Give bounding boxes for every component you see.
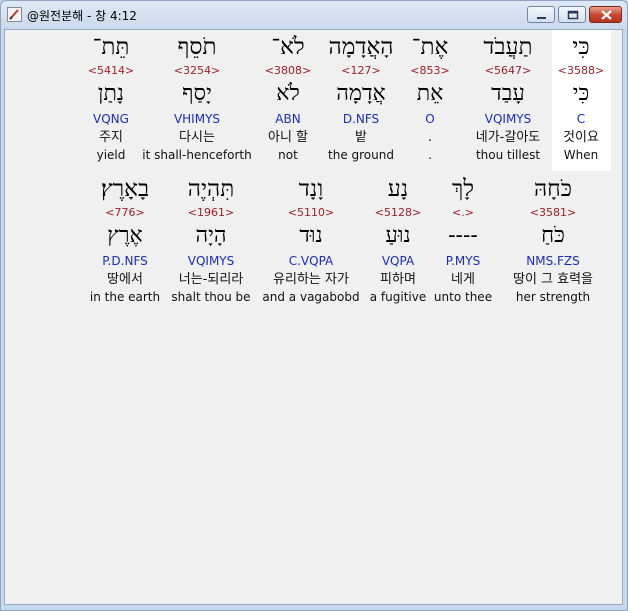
hebrew-word: תִּהְיֶה <box>187 176 235 202</box>
hebrew-word: נָע <box>387 176 409 202</box>
parsing-code: C.VQPA <box>288 254 334 268</box>
hebrew-word: כִּי <box>572 34 590 60</box>
maximize-icon <box>567 10 579 20</box>
lemma: הָיָה <box>195 223 227 248</box>
minimize-icon <box>537 17 546 19</box>
parsing-code: VHIMYS <box>173 112 221 126</box>
strong-number[interactable]: <127> <box>317 64 405 78</box>
close-icon <box>601 10 612 20</box>
lemma: נוּעַ <box>385 223 411 248</box>
strong-number[interactable]: <.> <box>430 206 496 220</box>
korean-gloss: 다시는 <box>179 130 215 145</box>
strong-number[interactable]: <3254> <box>141 64 253 78</box>
korean-gloss: 너는-되리라 <box>178 272 244 287</box>
korean-gloss: 피하며 <box>380 272 416 287</box>
english-gloss: shalt thou be <box>171 290 251 304</box>
parsing-code: C <box>576 112 586 126</box>
strong-number[interactable]: <1961> <box>167 206 255 220</box>
english-gloss: a fugitive <box>369 290 427 304</box>
korean-gloss: 주지 <box>99 130 123 145</box>
lemma: ---- <box>448 223 478 248</box>
parsing-code: P.D.NFS <box>102 254 148 268</box>
lemma: אֶרֶץ <box>107 223 143 248</box>
strong-number[interactable]: <5647> <box>464 64 552 78</box>
maximize-button[interactable] <box>558 6 586 23</box>
strong-number[interactable]: <5414> <box>82 64 140 78</box>
strong-number[interactable]: <5110> <box>259 206 363 220</box>
lemma: כִּי <box>572 81 590 106</box>
lemma: נוּד <box>299 223 323 248</box>
english-gloss: it shall-henceforth <box>142 148 252 162</box>
english-gloss: When <box>563 148 599 162</box>
minimize-button[interactable] <box>527 6 555 23</box>
parsing-code: ABN <box>275 112 301 126</box>
parsing-code: D.NFS <box>342 112 380 126</box>
lemma: אֵת <box>416 81 444 106</box>
lemma: אֲדָמָה <box>336 81 386 106</box>
korean-gloss: 땅에서 <box>107 272 143 287</box>
english-gloss: unto thee <box>433 290 493 304</box>
strong-number[interactable]: <3588> <box>551 64 611 78</box>
hebrew-word: תַעֲבֹד <box>483 34 533 60</box>
english-gloss: not <box>278 148 298 162</box>
korean-gloss: 땅이 그 효력을 <box>512 272 594 287</box>
english-gloss: . <box>428 148 432 162</box>
hebrew-word: לָךְ <box>451 176 475 202</box>
title-bar[interactable]: @원전분해 - 창 4:12 <box>1 1 627 29</box>
korean-gloss: 아니 할 <box>267 130 308 145</box>
korean-gloss: 네가-갈아도 <box>475 130 541 145</box>
strong-number[interactable]: <5128> <box>365 206 431 220</box>
parsing-code: VQIMYS <box>187 254 235 268</box>
close-button[interactable] <box>589 6 622 23</box>
hebrew-word: בָאָרֶץ׃ <box>100 176 150 202</box>
strong-number[interactable]: <776> <box>83 206 167 220</box>
english-gloss: the ground <box>328 148 394 162</box>
korean-gloss: 밭 <box>355 130 367 145</box>
parsing-code: VQNG <box>93 112 129 126</box>
parsing-code: NMS.FZS <box>526 254 580 268</box>
app-window: @원전분해 - 창 4:12 כִּי <3588> כִּי C 것이요 Wh… <box>0 0 628 611</box>
lemma: לֹא <box>276 81 300 106</box>
parsing-code: VQIMYS <box>484 112 532 126</box>
hebrew-word: וָנָד <box>298 176 324 202</box>
strong-number[interactable]: <3581> <box>503 206 603 220</box>
lemma: נָתַן <box>97 81 125 106</box>
parsing-code: P.MYS <box>445 254 481 268</box>
lemma: כֹּחַ <box>541 223 565 248</box>
app-icon <box>7 7 22 22</box>
korean-gloss: 네게 <box>451 272 475 287</box>
lemma: עָבַד <box>491 81 525 106</box>
strong-number[interactable]: <3808> <box>253 64 323 78</box>
english-gloss: and a vagabobd <box>262 290 360 304</box>
hebrew-word: לֹא־ <box>271 34 305 60</box>
hebrew-word: כֹּחָהּ <box>533 176 573 202</box>
parsing-code: VQPA <box>381 254 415 268</box>
window-frame-bottom <box>1 605 627 610</box>
lemma: יָסַף <box>182 81 212 106</box>
english-gloss: her strength <box>515 290 591 304</box>
korean-gloss: 것이요 <box>563 130 599 145</box>
english-gloss: in the earth <box>89 290 161 304</box>
hebrew-word: תֵּת־ <box>92 34 130 60</box>
parsing-code: O <box>425 112 435 126</box>
hebrew-word: תֹסֵף <box>177 34 217 60</box>
korean-gloss: . <box>427 130 433 145</box>
hebrew-word: הָאֲדָמָה <box>328 34 394 60</box>
interlinear-panel: כִּי <3588> כִּי C 것이요 When תַעֲבֹד <564… <box>4 29 623 605</box>
window-title: @원전분해 - 창 4:12 <box>27 9 137 23</box>
english-gloss: yield <box>96 148 126 162</box>
korean-gloss: 유리하는 자가 <box>273 272 349 287</box>
strong-number[interactable]: <853> <box>405 64 455 78</box>
hebrew-word: אֶת־ <box>411 34 449 60</box>
english-gloss: thou tillest <box>475 148 541 162</box>
